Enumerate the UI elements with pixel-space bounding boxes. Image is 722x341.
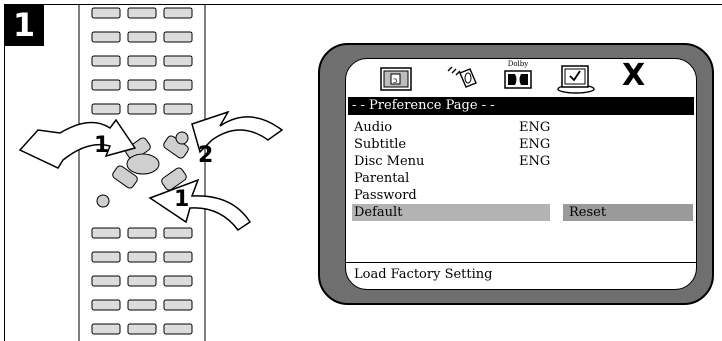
- remote-button: [163, 31, 193, 43]
- remote-button: [91, 299, 121, 311]
- menu-item-audio[interactable]: Audio ENG: [354, 119, 694, 136]
- remote-button: [127, 31, 157, 43]
- remote-button: [163, 7, 193, 19]
- menu-item-default[interactable]: Default Reset: [352, 204, 694, 221]
- tv-screen: ↄ Dolby X - - Preference Page - - Audio: [345, 58, 697, 290]
- menu-item-label: Subtitle: [354, 137, 407, 152]
- remote-button: [91, 7, 121, 19]
- arrow-label-1: 1: [94, 133, 109, 158]
- remote-button: [91, 55, 121, 67]
- remote-button: [163, 251, 193, 263]
- menu-item-password[interactable]: Password: [354, 187, 694, 204]
- remote-button: [163, 299, 193, 311]
- arrow-label-3: 1: [174, 187, 189, 212]
- remote-button: [91, 31, 121, 43]
- remote-button: [127, 323, 157, 335]
- remote-button: [127, 227, 157, 239]
- remote-button: [127, 7, 157, 19]
- remote-button: [91, 227, 121, 239]
- remote-button: [127, 79, 157, 91]
- remote-button: [91, 251, 121, 263]
- remote-button: [163, 323, 193, 335]
- remote-button: [91, 103, 121, 115]
- reset-option[interactable]: Reset: [563, 204, 693, 221]
- menu-item-parental[interactable]: Parental: [354, 170, 694, 187]
- remote-button: [163, 79, 193, 91]
- dolby-icon[interactable]: Dolby: [503, 59, 533, 93]
- remote-button: [163, 103, 193, 115]
- menu-icon-row: ↄ Dolby X: [346, 59, 696, 97]
- remote-button: [127, 103, 157, 115]
- remote-button: [163, 55, 193, 67]
- menu-item-label: Password: [354, 188, 417, 203]
- menu-item-label: Default: [354, 205, 403, 220]
- remote-control: 1 2 1: [18, 5, 284, 341]
- preference-icon[interactable]: [556, 63, 596, 95]
- menu-item-subtitle[interactable]: Subtitle ENG: [354, 136, 694, 153]
- exit-icon[interactable]: X: [622, 61, 645, 91]
- menu-list: Audio ENG Subtitle ENG Disc Menu ENG Par…: [352, 119, 694, 221]
- menu-item-label: Parental: [354, 171, 410, 186]
- footer-status-text: Load Factory Setting: [354, 267, 493, 282]
- remote-button: [127, 275, 157, 287]
- remote-button: [91, 323, 121, 335]
- footer-divider: [346, 262, 696, 263]
- menu-item-label: Disc Menu: [354, 154, 425, 169]
- remote-round-button: [175, 131, 189, 145]
- remote-button: [163, 227, 193, 239]
- arrow-left-icon: [18, 118, 137, 169]
- menu-item-disc-menu[interactable]: Disc Menu ENG: [354, 153, 694, 170]
- remote-button: [91, 275, 121, 287]
- remote-button: [163, 275, 193, 287]
- menu-item-value: ENG: [519, 154, 551, 169]
- remote-button: [127, 299, 157, 311]
- preference-page-header: - - Preference Page - -: [348, 97, 694, 115]
- menu-item-value: ENG: [519, 120, 551, 135]
- svg-text:ↄ: ↄ: [393, 76, 397, 85]
- language-icon[interactable]: ↄ: [380, 63, 412, 93]
- arrow-label-2: 2: [198, 143, 213, 168]
- dolby-label: Dolby: [507, 60, 529, 68]
- remote-button: [127, 55, 157, 67]
- audio-icon[interactable]: [444, 63, 480, 93]
- remote-button: [91, 79, 121, 91]
- menu-item-label: Audio: [354, 120, 393, 135]
- menu-item-value: ENG: [519, 137, 551, 152]
- remote-round-button: [96, 194, 110, 208]
- remote-button: [127, 251, 157, 263]
